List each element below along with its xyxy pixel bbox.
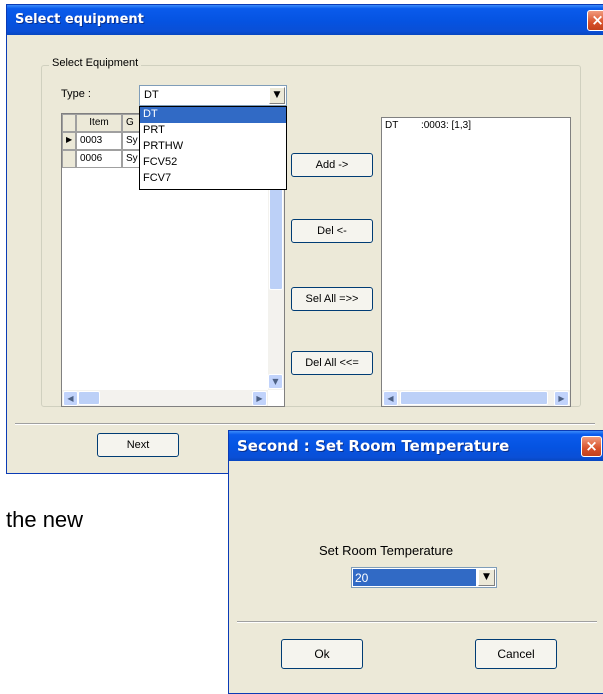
chevron-down-icon[interactable]: ▼ [478, 569, 495, 586]
table-row-item[interactable]: 0006 [76, 150, 122, 168]
scroll-left-icon[interactable]: ◀ [63, 391, 78, 406]
ok-button[interactable]: Ok [281, 639, 363, 669]
scroll-right-icon[interactable]: ▶ [252, 391, 267, 406]
group-label: Select Equipment [49, 57, 142, 69]
divider [237, 621, 597, 623]
hscroll-thumb[interactable] [400, 391, 548, 405]
dropdown-option[interactable]: PRTHW [140, 139, 286, 155]
scroll-right-icon[interactable]: ▶ [554, 391, 569, 406]
type-label: Type : [61, 88, 91, 100]
temperature-value: 20 [353, 569, 476, 586]
cancel-button[interactable]: Cancel [475, 639, 557, 669]
row-header [62, 150, 76, 168]
dropdown-option[interactable]: FCV7 [140, 171, 286, 187]
select-equipment-window: Select equipment × Select Equipment Type… [6, 4, 603, 474]
list-item-type: DT [385, 120, 399, 131]
del-button[interactable]: Del <- [291, 219, 373, 243]
temperature-label: Set Room Temperature [319, 543, 454, 558]
table-row-item[interactable]: 0003 [76, 132, 122, 150]
dropdown-option[interactable]: DT [140, 107, 286, 123]
next-button[interactable]: Next [97, 433, 179, 457]
horizontal-scrollbar[interactable]: ◀ ▶ [62, 390, 268, 406]
type-select-value: DT [144, 89, 159, 101]
temperature-select[interactable]: 20 ▼ [351, 567, 497, 588]
grid-corner [62, 114, 76, 132]
divider [15, 423, 595, 425]
type-select[interactable]: DT ▼ [139, 85, 287, 106]
close-icon[interactable]: × [587, 10, 603, 31]
close-icon[interactable]: × [581, 436, 602, 457]
del-all-button[interactable]: Del All <<= [291, 351, 373, 375]
grid-header-item[interactable]: Item [76, 114, 122, 132]
horizontal-scrollbar[interactable]: ◀ ▶ [382, 390, 570, 406]
list-item[interactable]: DT :0003: [1,3] [385, 120, 471, 131]
hscroll-thumb[interactable] [78, 391, 100, 405]
chevron-down-icon[interactable]: ▼ [269, 87, 285, 104]
scroll-left-icon[interactable]: ◀ [383, 391, 398, 406]
dropdown-option[interactable]: FCV52 [140, 155, 286, 171]
add-button[interactable]: Add -> [291, 153, 373, 177]
window-title: Select equipment [7, 5, 603, 35]
scroll-down-icon[interactable]: ▼ [268, 374, 283, 389]
dropdown-option[interactable]: PRT [140, 123, 286, 139]
selected-equipment-list[interactable]: DT :0003: [1,3] ◀ ▶ [381, 117, 571, 407]
row-pointer-icon: ▶ [62, 132, 76, 150]
type-dropdown-list[interactable]: DT PRT PRTHW FCV52 FCV7 [139, 106, 287, 190]
sel-all-button[interactable]: Sel All =>> [291, 287, 373, 311]
background-text: the new [6, 507, 84, 532]
room-temperature-dialog: Second : Set Room Temperature × Set Room… [228, 430, 603, 694]
dialog-title: Second : Set Room Temperature [229, 431, 603, 461]
list-item-detail: :0003: [1,3] [420, 120, 471, 131]
